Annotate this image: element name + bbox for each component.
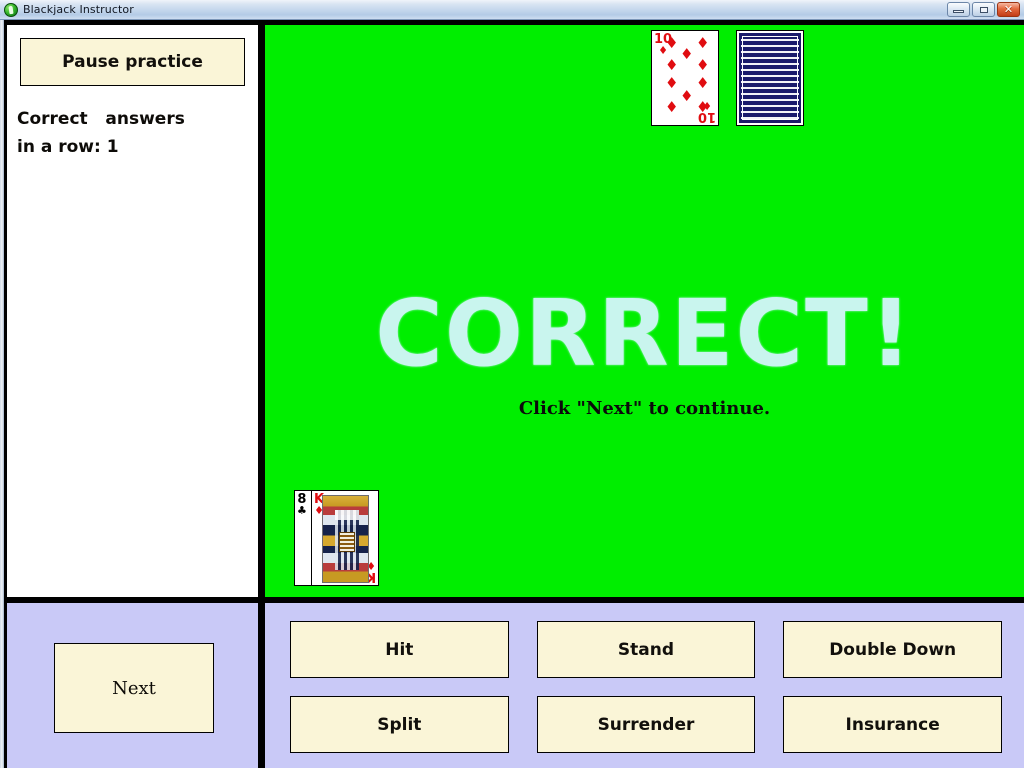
verdict-message: CORRECT! [375,280,914,387]
info-panel: Pause practice Correct answers in a row:… [4,22,261,600]
minimize-icon [953,10,964,13]
action-button-grid: Hit Stand Double Down Split Surrender In… [290,621,1002,753]
close-icon: ✕ [1003,3,1014,16]
dealer-card-face-down [736,30,804,126]
player-card-king-of-diamonds: K ♦ K ♦ [311,490,379,586]
split-button[interactable]: Split [290,696,509,753]
maximize-icon [980,7,988,13]
title-bar: Blackjack Instructor ✕ [0,0,1024,20]
next-panel: Next [4,600,261,768]
stand-button[interactable]: Stand [536,621,756,678]
streak-label-line1: Correct answers [17,109,185,129]
streak-label-line2: in a row: 1 [17,137,119,157]
blackjack-app-icon [4,2,18,17]
close-button[interactable]: ✕ [997,2,1020,17]
double-down-button[interactable]: Double Down [783,621,1002,678]
card-corner-top-left: 8 ♣ [297,493,307,516]
window-title: Blackjack Instructor [23,3,134,16]
king-court-artwork [322,495,369,583]
surrender-button[interactable]: Surrender [536,696,756,753]
card-pips: ♦ ♦ ♦ ♦ ♦ ♦ ♦ ♦ ♦ ♦ [665,34,710,116]
next-button[interactable]: Next [54,643,214,733]
application-window: Blackjack Instructor ✕ Pause practice Co… [0,0,1024,768]
dealer-card-ten-of-diamonds: 10 ♦ 10 ♦ ♦ ♦ ♦ ♦ ♦ ♦ ♦ ♦ ♦ ♦ [651,30,719,126]
minimize-button[interactable] [947,2,970,17]
insurance-button[interactable]: Insurance [783,696,1002,753]
verdict-subtext: Click "Next" to continue. [518,398,771,419]
streak-stats: Correct answers in a row: 1 [17,105,253,161]
card-back-pattern [739,33,801,123]
maximize-button[interactable] [972,2,995,17]
hit-button[interactable]: Hit [290,621,509,678]
window-controls: ✕ [947,2,1024,17]
actions-panel: Hit Stand Double Down Split Surrender In… [262,600,1024,768]
game-table: 10 ♦ 10 ♦ ♦ ♦ ♦ ♦ ♦ ♦ ♦ ♦ ♦ ♦ 8 ♣ K ♦ K … [262,22,1024,600]
card-suit: ♣ [297,504,307,517]
pause-practice-button[interactable]: Pause practice [20,38,245,86]
